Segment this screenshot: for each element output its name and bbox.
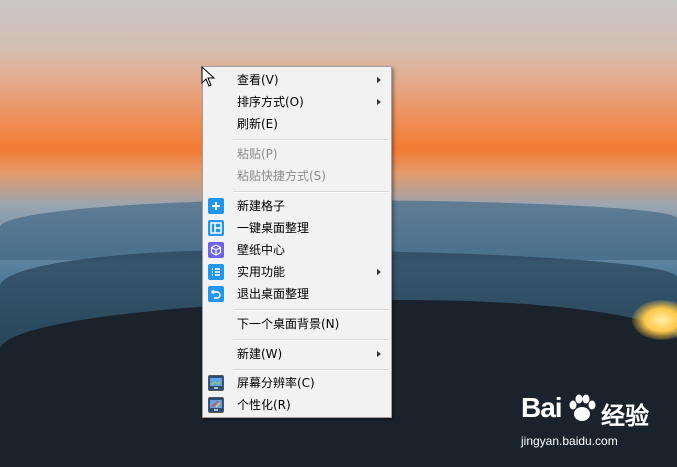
watermark-logo-text: Bai xyxy=(521,392,563,423)
menu-separator xyxy=(233,191,389,193)
submenu-arrow-icon xyxy=(377,77,381,83)
menu-item-label: 新建(W) xyxy=(237,347,283,361)
menu-separator xyxy=(233,309,389,311)
layout-icon xyxy=(208,220,224,236)
plus-icon xyxy=(208,198,224,214)
menu-item-exit-organize[interactable]: 退出桌面整理 xyxy=(203,283,391,305)
menu-item-label: 退出桌面整理 xyxy=(237,287,310,301)
baidu-jingyan-watermark: Bai 经验 jingyan.baidu.com xyxy=(515,390,675,460)
menu-item-label: 排序方式(O) xyxy=(237,95,304,109)
menu-item-label: 一键桌面整理 xyxy=(237,221,310,235)
menu-item-new[interactable]: 新建(W) xyxy=(203,343,391,365)
menu-item-label: 粘贴(P) xyxy=(237,147,278,161)
menu-item-view[interactable]: 查看(V) xyxy=(203,69,391,91)
mouse-pointer-icon xyxy=(201,66,216,87)
personalize-icon xyxy=(208,397,224,413)
menu-item-next-background[interactable]: 下一个桌面背景(N) xyxy=(203,313,391,335)
menu-separator xyxy=(233,369,389,371)
menu-separator xyxy=(233,339,389,341)
menu-item-label: 查看(V) xyxy=(237,73,279,87)
watermark-url: jingyan.baidu.com xyxy=(521,434,618,448)
list-icon xyxy=(208,264,224,280)
menu-item-label: 实用功能 xyxy=(237,265,286,279)
menu-item-screen-resolution[interactable]: 屏幕分辨率(C) xyxy=(203,372,391,394)
submenu-arrow-icon xyxy=(377,351,381,357)
watermark-brand-cn: 经验 xyxy=(601,403,649,430)
menu-item-label: 粘贴快捷方式(S) xyxy=(237,169,326,183)
menu-item-label: 壁纸中心 xyxy=(237,243,286,257)
menu-item-wallpaper-center[interactable]: 壁纸中心 xyxy=(203,239,391,261)
menu-item-label: 下一个桌面背景(N) xyxy=(237,317,340,331)
menu-item-label: 屏幕分辨率(C) xyxy=(237,376,315,390)
submenu-arrow-icon xyxy=(377,269,381,275)
monitor-icon xyxy=(208,375,224,391)
menu-item-label: 新建格子 xyxy=(237,199,286,213)
menu-item-utilities[interactable]: 实用功能 xyxy=(203,261,391,283)
menu-separator xyxy=(233,139,389,141)
cube-icon xyxy=(208,242,224,258)
menu-item-label: 刷新(E) xyxy=(237,117,278,131)
baidu-paw-icon xyxy=(569,394,596,421)
menu-item-paste[interactable]: 粘贴(P) xyxy=(203,143,391,165)
menu-item-auto-organize[interactable]: 一键桌面整理 xyxy=(203,217,391,239)
submenu-arrow-icon xyxy=(377,99,381,105)
desktop-context-menu: 查看(V) 排序方式(O) 刷新(E) 粘贴(P) 粘贴快捷方式(S) 新建格子… xyxy=(202,66,392,418)
menu-item-paste-shortcut[interactable]: 粘贴快捷方式(S) xyxy=(203,165,391,187)
menu-item-new-fence[interactable]: 新建格子 xyxy=(203,195,391,217)
menu-item-label: 个性化(R) xyxy=(237,398,291,412)
menu-item-personalize[interactable]: 个性化(R) xyxy=(203,394,391,416)
undo-icon xyxy=(208,286,224,302)
menu-item-refresh[interactable]: 刷新(E) xyxy=(203,113,391,135)
menu-item-sort-by[interactable]: 排序方式(O) xyxy=(203,91,391,113)
